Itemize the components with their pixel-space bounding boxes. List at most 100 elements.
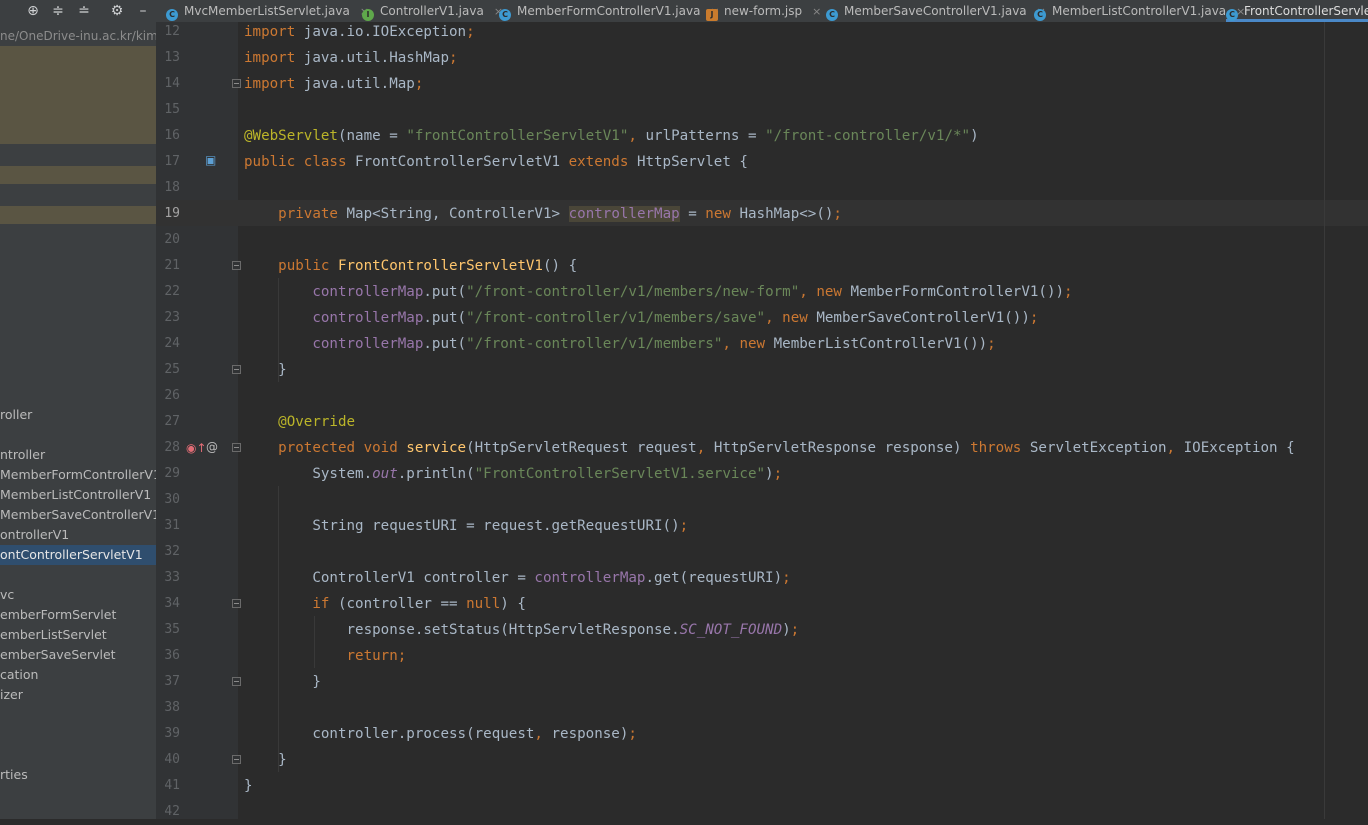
code-token: new: [705, 206, 740, 222]
editor-tab[interactable]: C FrontControllerServletV1: [1226, 0, 1368, 22]
code-line[interactable]: @Override: [244, 409, 355, 435]
scope-highlight: [0, 166, 156, 184]
line-number: 22: [164, 284, 180, 299]
line-number: 35: [164, 622, 180, 637]
expand-all-icon[interactable]: ≑: [49, 2, 67, 20]
line-number: 28: [164, 440, 180, 455]
code-token: =: [679, 206, 706, 222]
project-tree-item[interactable]: MemberFormControllerV1: [0, 465, 156, 485]
code-line[interactable]: import java.util.Map;: [244, 71, 423, 97]
code-line[interactable]: controllerMap.put("/front-controller/v1/…: [244, 305, 1038, 331]
tab-label: MvcMemberListServlet.java: [184, 4, 350, 18]
project-tree-item[interactable]: izer: [0, 685, 156, 705]
locate-file-icon[interactable]: ⊕: [24, 2, 42, 20]
line-number: 19: [164, 206, 180, 221]
code-line[interactable]: }: [244, 669, 321, 695]
code-token: java.util.HashMap: [303, 50, 450, 66]
code-line[interactable]: ControllerV1 controller = controllerMap.…: [244, 565, 790, 591]
code-token: ): [765, 466, 774, 482]
code-line[interactable]: public FrontControllerServletV1() {: [244, 253, 577, 279]
project-tree-item[interactable]: emberSaveServlet: [0, 645, 156, 665]
code-line[interactable]: protected void service(HttpServletReques…: [244, 435, 1295, 461]
code-token: import: [244, 24, 304, 40]
project-tree-item[interactable]: roller: [0, 405, 156, 425]
gear-icon[interactable]: ⚙: [108, 2, 126, 20]
project-tree-item[interactable]: rties: [0, 765, 156, 785]
fold-toggle-icon[interactable]: [232, 365, 241, 374]
code-token: extends: [568, 154, 637, 170]
project-tree-item[interactable]: ontrollerV1: [0, 525, 156, 545]
line-number: 38: [164, 700, 180, 715]
hide-panel-icon[interactable]: –: [134, 2, 152, 20]
code-line[interactable]: controllerMap.put("/front-controller/v1/…: [244, 279, 1073, 305]
project-tree-item[interactable]: emberListServlet: [0, 625, 156, 645]
fold-toggle-icon[interactable]: [232, 79, 241, 88]
tab-label: FrontControllerServletV1: [1244, 4, 1368, 18]
code-line[interactable]: import java.io.IOException;: [244, 19, 475, 45]
scope-highlight: [0, 46, 156, 144]
project-tree-item[interactable]: cation: [0, 665, 156, 685]
project-tree-item[interactable]: ontControllerServletV1: [0, 545, 156, 565]
tab-label: new-form.jsp: [724, 4, 803, 18]
code-token: java.io.IOException: [303, 24, 467, 40]
fold-toggle-icon[interactable]: [232, 443, 241, 452]
fold-toggle-icon[interactable]: [232, 261, 241, 270]
project-toolbar: ⊕ ≑ ≐ ⚙ –: [0, 0, 156, 22]
code-line[interactable]: private Map<String, ControllerV1> contro…: [244, 201, 842, 227]
fold-toggle-icon[interactable]: [232, 755, 241, 764]
code-token: .put(: [423, 284, 467, 300]
code-token: () {: [542, 258, 578, 274]
code-token: }: [244, 674, 321, 690]
project-tree-item[interactable]: MemberListControllerV1: [0, 485, 156, 505]
code-line[interactable]: @WebServlet(name = "frontControllerServl…: [244, 123, 979, 149]
code-token: MemberFormControllerV1()): [850, 284, 1065, 300]
code-token: ,: [1166, 440, 1184, 456]
fold-toggle-icon[interactable]: [232, 599, 241, 608]
code-token: response): [551, 726, 629, 742]
code-line[interactable]: }: [244, 357, 287, 383]
code-line[interactable]: return;: [244, 643, 407, 669]
project-tree-item[interactable]: emberFormServlet: [0, 605, 156, 625]
line-number: 42: [164, 804, 180, 819]
line-number: 24: [164, 336, 180, 351]
editor-tab[interactable]: C MemberListControllerV1.java ×: [1034, 0, 1245, 22]
code-line[interactable]: controllerMap.put("/front-controller/v1/…: [244, 331, 995, 357]
code-line[interactable]: }: [244, 747, 287, 773]
project-tree-item[interactable]: vc: [0, 585, 156, 605]
code-token: controllerMap: [534, 570, 646, 586]
code-line[interactable]: import java.util.HashMap;: [244, 45, 458, 71]
code-line[interactable]: response.setStatus(HttpServletResponse.S…: [244, 617, 799, 643]
code-line[interactable]: }: [244, 773, 253, 799]
code-token: }: [244, 752, 287, 768]
close-tab-icon[interactable]: ×: [812, 5, 821, 18]
code-token: import: [244, 50, 304, 66]
override-method-icon[interactable]: ◉↑: [186, 441, 207, 455]
line-number: 34: [164, 596, 180, 611]
project-tree-item[interactable]: MemberSaveControllerV1: [0, 505, 156, 525]
editor-tab[interactable]: CMemberSaveControllerV1.java×: [826, 0, 1046, 22]
annotation-marker-icon[interactable]: @: [206, 440, 218, 454]
code-token: ) {: [500, 596, 526, 612]
web-servlet-icon[interactable]: ▣: [205, 153, 216, 167]
code-token: , new: [799, 284, 851, 300]
editor-tab[interactable]: Jnew-form.jsp ×: [706, 0, 821, 22]
code-token: @Override: [278, 414, 356, 430]
fold-toggle-icon[interactable]: [232, 677, 241, 686]
code-line[interactable]: if (controller == null) {: [244, 591, 526, 617]
code-token: String requestURI = request.getRequestUR…: [244, 518, 680, 534]
project-tree-item[interactable]: ntroller: [0, 445, 156, 465]
code-line[interactable]: public class FrontControllerServletV1 ex…: [244, 149, 748, 175]
code-line[interactable]: System.out.println("FrontControllerServl…: [244, 461, 782, 487]
editor-tab[interactable]: CMemberFormControllerV1.java×: [499, 0, 720, 22]
line-number: 23: [164, 310, 180, 325]
code-token: ;: [1029, 310, 1039, 326]
line-number: 17: [164, 154, 180, 169]
code-token: java.util.Map: [303, 76, 415, 92]
code-token: Map<String, ControllerV1>: [346, 206, 569, 222]
code-token: ;: [1064, 284, 1073, 300]
code-line[interactable]: String requestURI = request.getRequestUR…: [244, 513, 688, 539]
code-line[interactable]: controller.process(request, response);: [244, 721, 637, 747]
collapse-all-icon[interactable]: ≐: [75, 2, 93, 20]
code-token: System.: [244, 466, 373, 482]
code-token: MemberSaveControllerV1()): [816, 310, 1030, 326]
